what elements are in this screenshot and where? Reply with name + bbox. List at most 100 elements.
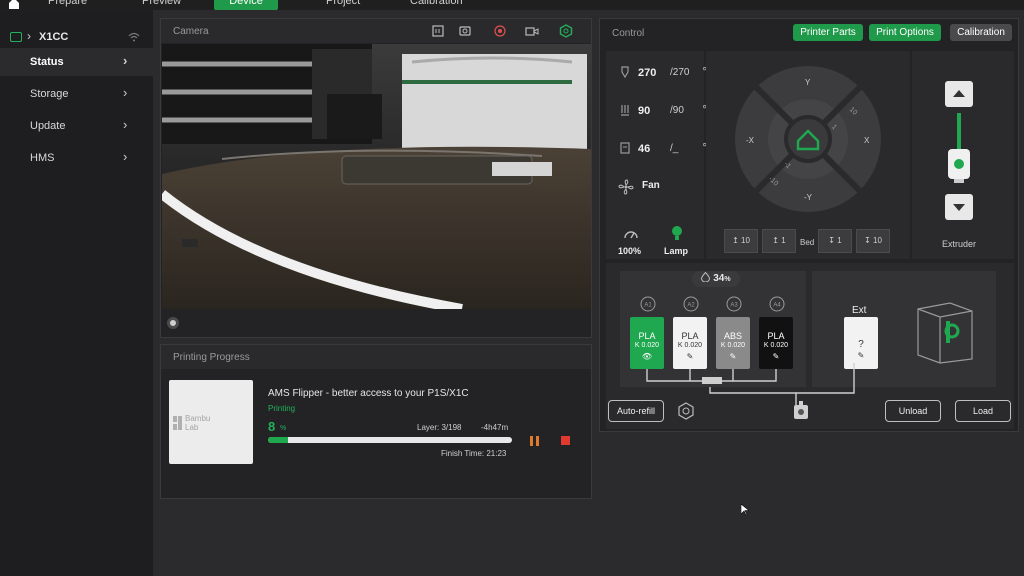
progress-panel-header: Printing Progress — [161, 345, 591, 369]
svg-text:A1: A1 — [644, 303, 652, 309]
tab-prepare[interactable]: Prepare — [48, 0, 87, 10]
tab-preview[interactable]: Preview — [142, 0, 181, 10]
tab-project[interactable]: Project — [326, 0, 360, 10]
auto-refill-button[interactable]: Auto-refill — [608, 400, 664, 422]
sidebar-item-storage[interactable]: Storage › — [0, 80, 153, 108]
arrow-up-icon: ↥ — [772, 236, 779, 245]
bed-down-10-button[interactable]: ↧ 10 — [856, 229, 890, 253]
chevron-right-icon: › — [27, 29, 31, 43]
slot-k-value: K 0.020 — [677, 342, 703, 349]
video-camera-icon[interactable] — [525, 24, 539, 38]
temperature-box: 270 /270 ℃ 90 /90 ℃ 46 /_ ℃ Fan — [606, 51, 714, 259]
arrow-down-icon: ↧ — [864, 236, 871, 245]
pause-button[interactable] — [530, 436, 540, 446]
jog-y-plus[interactable]: Y — [805, 78, 810, 87]
job-status: Printing — [268, 404, 296, 413]
nozzle-temp-value: 270 — [638, 67, 657, 79]
bed-up-10-label: 10 — [741, 236, 750, 245]
chevron-right-icon: › — [123, 117, 128, 132]
chevron-right-icon: › — [123, 53, 128, 68]
nozzle-temp[interactable]: 270 /270 ℃ — [620, 65, 714, 81]
edit-icon: ✎ — [772, 352, 780, 361]
jog-x-plus[interactable]: X — [864, 136, 869, 145]
slot-k-value: K 0.020 — [763, 342, 789, 349]
extruder-up-button[interactable] — [945, 81, 973, 107]
lamp-label[interactable]: Lamp — [664, 246, 688, 256]
sidebar-item-update[interactable]: Update › — [0, 112, 153, 140]
progress-bar-fill — [268, 437, 288, 443]
bed-up-10-button[interactable]: ↥ 10 — [724, 229, 758, 253]
bed-down-1-label: 1 — [837, 236, 842, 245]
chevron-right-icon: › — [123, 149, 128, 164]
chamber-icon — [620, 142, 630, 154]
arrow-down-icon: ↧ — [828, 236, 835, 245]
home-icon[interactable] — [8, 0, 20, 9]
svg-text:A4: A4 — [773, 303, 781, 309]
speed-label[interactable]: 100% — [618, 246, 641, 256]
camera-feed-image — [162, 44, 591, 309]
calibration-button[interactable]: Calibration — [950, 24, 1012, 41]
arrow-up-icon: ↥ — [732, 236, 739, 245]
camera-title: Camera — [173, 26, 209, 37]
bed-heat-icon — [621, 105, 629, 116]
slot-type: PLA — [638, 331, 656, 341]
jog-y-minus[interactable]: -Y — [804, 193, 812, 202]
xy-jog-pad[interactable] — [734, 65, 882, 213]
filament-slot-a2[interactable]: PLA K 0.020 ✎ — [673, 317, 707, 369]
sidebar-item-status[interactable]: Status › — [0, 48, 153, 76]
bed-up-1-button[interactable]: ↥ 1 — [762, 229, 796, 253]
jog-box: Y -Y X -X 10 1 -1 -10 ↥ 10 ↥ 1 Bed ↧ 1 ↧… — [706, 51, 910, 259]
sidebar-item-hms[interactable]: HMS › — [0, 144, 153, 172]
stop-button[interactable] — [561, 436, 570, 445]
jog-x-minus[interactable]: -X — [746, 136, 754, 145]
tab-calibration[interactable]: Calibration — [410, 0, 463, 10]
ams-filament-paths — [646, 369, 777, 384]
time-remaining: -4h47m — [481, 423, 509, 432]
finish-time: Finish Time: 21:23 — [441, 449, 507, 458]
tab-device[interactable]: Device — [214, 0, 278, 10]
progress-bar — [268, 437, 512, 443]
sd-card-icon[interactable] — [431, 24, 445, 38]
sidebar-item-label: Update — [30, 120, 66, 132]
svg-text:A3: A3 — [730, 303, 738, 309]
speed-gauge-icon[interactable] — [624, 229, 638, 239]
humidity-badge[interactable]: 34% — [692, 271, 740, 287]
ext-slot-value: ? — [858, 339, 864, 350]
slot-k-value: K 0.020 — [634, 342, 660, 349]
bambu-logo-icon — [173, 416, 182, 430]
progress-title: Printing Progress — [173, 352, 250, 363]
bambu-lab-logo: Bambu Lab — [173, 414, 210, 432]
unload-button[interactable]: Unload — [885, 400, 941, 422]
fan-icon[interactable] — [618, 179, 634, 195]
bed-temp[interactable]: 90 /90 ℃ — [620, 103, 714, 119]
record-icon[interactable] — [493, 24, 507, 38]
slot-type: PLA — [681, 331, 699, 341]
lamp-icon[interactable] — [670, 225, 684, 241]
filament-slot-a3[interactable]: ABS K 0.020 ✎ — [716, 317, 750, 369]
slot-type: ABS — [723, 331, 742, 341]
svg-text:A2: A2 — [687, 303, 695, 309]
device-selector[interactable]: › X1CC — [0, 20, 153, 50]
filament-slot-a4[interactable]: PLA K 0.020 ✎ — [759, 317, 793, 369]
timelapse-icon[interactable] — [459, 24, 473, 38]
external-spool-slot[interactable]: ? ✎ — [844, 317, 878, 369]
camera-status-icon[interactable] — [167, 317, 179, 329]
print-options-button[interactable]: Print Options — [869, 24, 941, 41]
chamber-temp[interactable]: 46 /_ ℃ — [620, 141, 714, 157]
slot-type: PLA — [767, 331, 785, 341]
settings-hex-icon[interactable] — [559, 24, 573, 38]
bed-label: Bed — [800, 238, 815, 247]
fan-label[interactable]: Fan — [642, 180, 660, 191]
eye-icon: 👁 — [641, 352, 653, 361]
bed-down-1-button[interactable]: ↧ 1 — [818, 229, 852, 253]
edit-icon: ✎ — [857, 351, 865, 360]
printer-3d-icon — [917, 302, 973, 364]
bed-up-1-label: 1 — [781, 236, 786, 245]
progress-percent: 8 — [268, 419, 276, 434]
filament-slot-a1[interactable]: PLA K 0.020 👁 — [630, 317, 664, 369]
ams-settings-icon[interactable] — [676, 401, 696, 421]
slot-a3-indicator-icon: A3 — [726, 296, 742, 312]
load-button[interactable]: Load — [955, 400, 1011, 422]
printer-parts-button[interactable]: Printer Parts — [793, 24, 863, 41]
extruder-down-button[interactable] — [945, 194, 973, 220]
